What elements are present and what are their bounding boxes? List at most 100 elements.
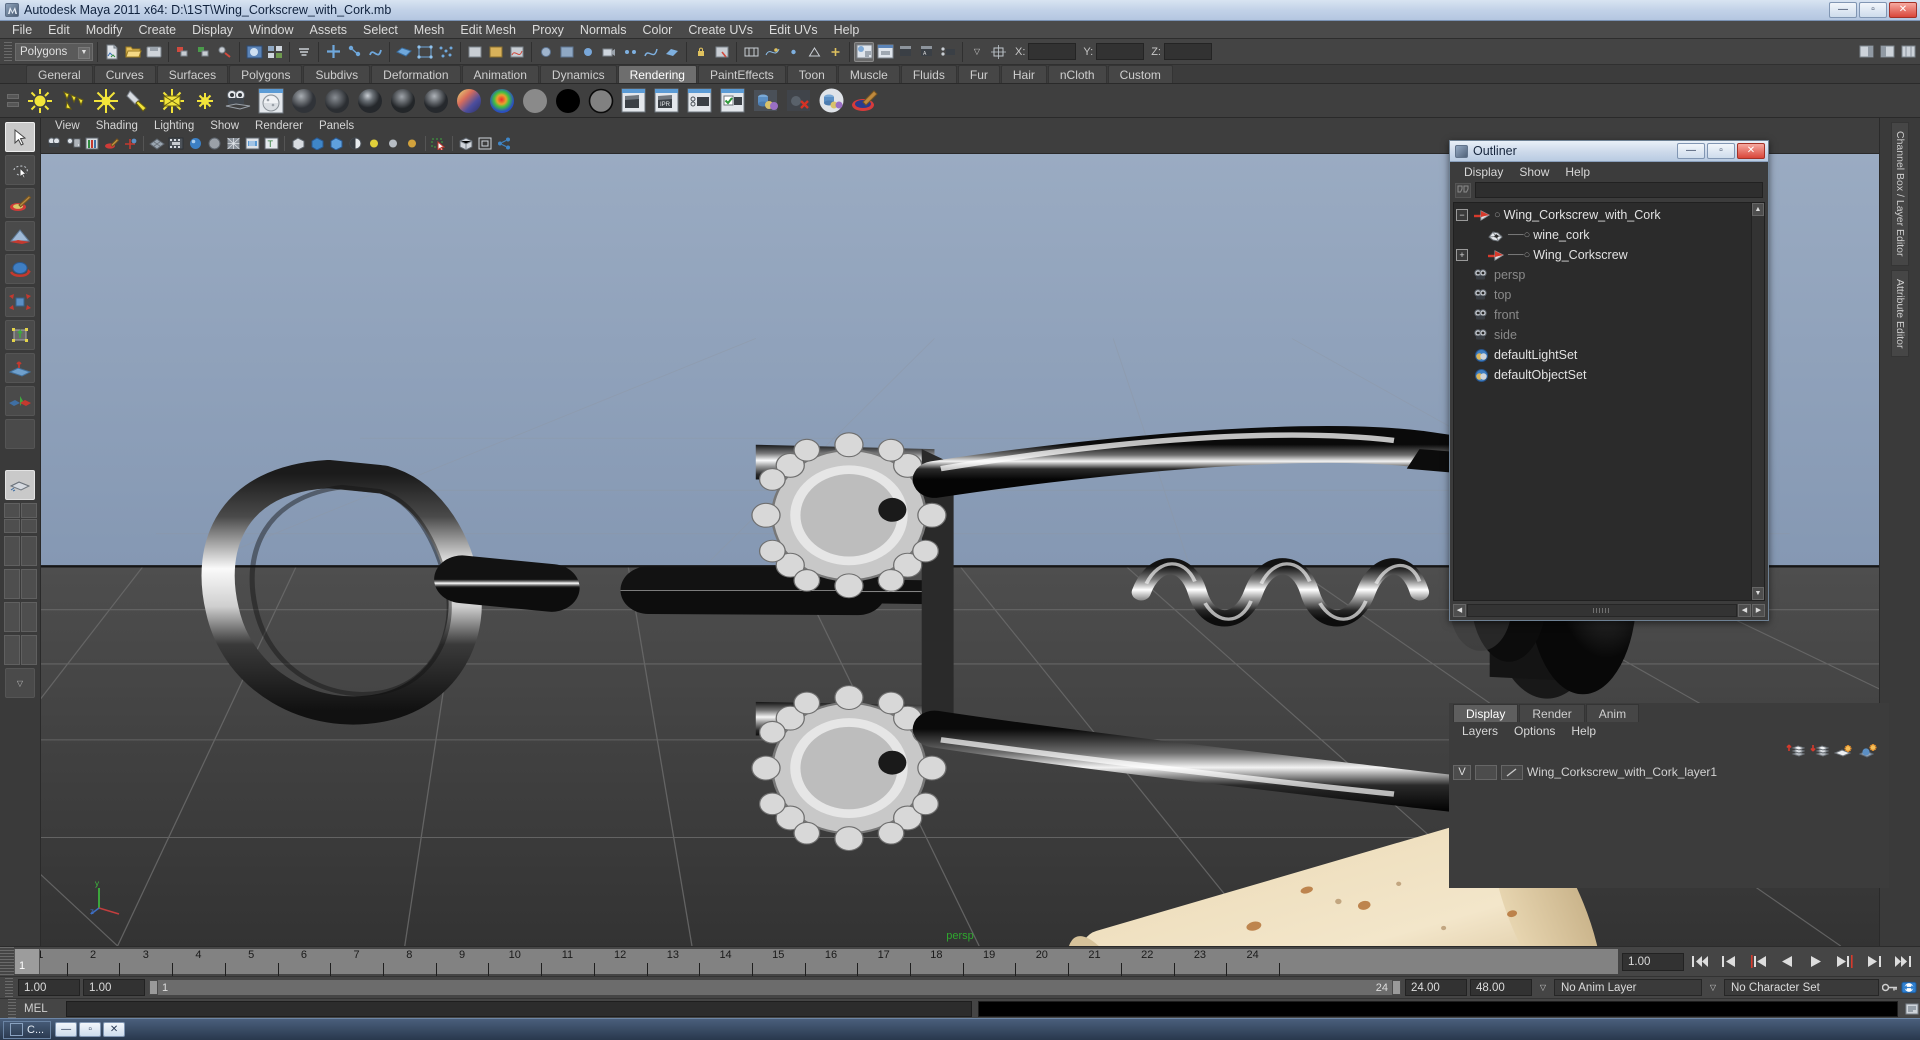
menu-item-select[interactable]: Select	[355, 21, 406, 39]
outliner-item-front[interactable]: front	[1454, 305, 1764, 325]
shelf-tab-rendering[interactable]: Rendering	[617, 65, 697, 83]
viewport-menu-show[interactable]: Show	[202, 120, 247, 132]
shelf-tab-surfaces[interactable]: Surfaces	[156, 65, 229, 83]
z-coordinate-field[interactable]	[1163, 43, 1212, 60]
anisotropic-sphere-icon[interactable]	[420, 85, 451, 116]
point-light-icon[interactable]	[90, 85, 121, 116]
menu-item-help[interactable]: Help	[826, 21, 868, 39]
collapse-icon[interactable]: −	[1456, 209, 1468, 221]
go-to-end-icon[interactable]	[1890, 952, 1916, 972]
toggle-attribute-editor-button[interactable]	[1856, 42, 1876, 62]
outliner-item-persp[interactable]: persp	[1454, 265, 1764, 285]
outliner-maximize-button[interactable]: ▫	[1707, 143, 1735, 159]
highlight-selection-button[interactable]	[712, 42, 732, 62]
step-back-key-icon[interactable]	[1716, 952, 1742, 972]
character-set-selector[interactable]: No Character Set	[1724, 979, 1879, 996]
component-points-button[interactable]	[436, 42, 456, 62]
layer-editor-tab-anim[interactable]: Anim	[1585, 704, 1640, 722]
character-set-chevron-down-icon[interactable]: ▽	[1705, 979, 1721, 996]
layer-editor-tab-display[interactable]: Display	[1453, 704, 1519, 722]
taskbar-maximize-button[interactable]: ▫	[79, 1022, 102, 1037]
render-current-frame-icon[interactable]	[618, 85, 649, 116]
render-view-button[interactable]	[244, 42, 264, 62]
new-layer-from-selected-icon[interactable]	[1859, 742, 1879, 759]
snap-to-plane-button[interactable]	[804, 42, 824, 62]
step-back-frame-icon[interactable]	[1745, 952, 1771, 972]
layer-editor-menu-help[interactable]: Help	[1563, 724, 1604, 738]
toggle-channel-box-button[interactable]	[1898, 42, 1918, 62]
ramp-shader-icon[interactable]	[486, 85, 517, 116]
mask-deform-button[interactable]	[557, 42, 577, 62]
layer-editor-menu-options[interactable]: Options	[1506, 724, 1563, 738]
shelf-tab-subdivs[interactable]: Subdivs	[303, 65, 371, 83]
select-camera-icon[interactable]	[45, 135, 63, 153]
outliner-menu-show[interactable]: Show	[1511, 165, 1557, 179]
menu-set-selector[interactable]: Polygons ▼	[15, 42, 93, 61]
phong-sphere-icon[interactable]	[354, 85, 385, 116]
menu-item-proxy[interactable]: Proxy	[524, 21, 572, 39]
outliner-horizontal-scrollbar[interactable]: ◀ ◀ ▶	[1453, 603, 1765, 617]
xray-icon[interactable]	[243, 135, 261, 153]
scroll-trough[interactable]	[1752, 216, 1764, 587]
isolate-select-icon[interactable]	[430, 135, 448, 153]
component-vertex-button[interactable]	[415, 42, 435, 62]
scale-tool-button[interactable]	[5, 287, 35, 317]
outliner-item-Wing_Corkscrew_with_Cork[interactable]: − ○ Wing_Corkscrew_with_Cork	[1454, 205, 1764, 225]
render-settings2-button[interactable]	[938, 42, 958, 62]
last-tool-used-button[interactable]	[5, 386, 35, 416]
menu-item-create[interactable]: Create	[131, 21, 185, 39]
outliner-close-button[interactable]: ✕	[1737, 143, 1765, 159]
range-start-handle[interactable]	[149, 980, 158, 995]
menu-item-modify[interactable]: Modify	[78, 21, 131, 39]
menu-item-edit[interactable]: Edit	[40, 21, 78, 39]
range-end-handle[interactable]	[1392, 980, 1401, 995]
directional-light-icon[interactable]	[57, 85, 88, 116]
camera-icon[interactable]	[222, 85, 253, 116]
layer-row[interactable]: V Wing_Corkscrew_with_Cork_layer1	[1453, 763, 1885, 781]
command-line-grip[interactable]	[8, 998, 16, 1019]
shading-map-icon[interactable]	[585, 85, 616, 116]
paint-effects-icon[interactable]	[849, 85, 880, 116]
tab-attribute-editor[interactable]: Attribute Editor	[1891, 269, 1909, 357]
render-checked-icon[interactable]	[717, 85, 748, 116]
shelf-tab-dynamics[interactable]: Dynamics	[539, 65, 617, 83]
hscroll-trough[interactable]	[1467, 603, 1737, 617]
shelf-tab-hair[interactable]: Hair	[1000, 65, 1047, 83]
layer-display-type-toggle[interactable]	[1475, 764, 1497, 780]
snap-to-point-button[interactable]	[783, 42, 803, 62]
shelf-tab-muscle[interactable]: Muscle	[837, 65, 900, 83]
layered-shader-icon[interactable]	[453, 85, 484, 116]
camera-attributes-icon[interactable]	[64, 135, 82, 153]
hscroll-right-icon[interactable]: ◀	[1738, 603, 1751, 617]
x-coordinate-field[interactable]	[1028, 43, 1077, 60]
time-slider-track[interactable]: 1 2 3 4 5 6 7 8 9 10 11 12 13 14 15 16 17 18 19 20 21 22 23 24 1	[14, 949, 1618, 976]
show-manipulator-button[interactable]: ▽	[967, 42, 987, 62]
show-attribute-editor-button[interactable]	[875, 42, 895, 62]
minimize-button[interactable]: —	[1829, 2, 1857, 18]
use-selected-lights-icon[interactable]	[327, 135, 345, 153]
phonge-sphere-icon[interactable]	[387, 85, 418, 116]
smooth-shade-icon[interactable]	[167, 135, 185, 153]
taskbar-item[interactable]: C...	[3, 1020, 52, 1039]
shade-flat-icon[interactable]	[205, 135, 223, 153]
outliner-vertical-scrollbar[interactable]: ▲ ▼	[1751, 203, 1764, 600]
menu-item-color[interactable]: Color	[634, 21, 680, 39]
shelf-tab-custom[interactable]: Custom	[1107, 65, 1173, 83]
two-d-pan-zoom-icon[interactable]	[121, 135, 139, 153]
menu-item-create-uvs[interactable]: Create UVs	[680, 21, 761, 39]
select-by-component-button[interactable]	[365, 42, 385, 62]
outliner-item-wine_cork[interactable]: ──○ wine_cork	[1454, 225, 1764, 245]
go-to-start-icon[interactable]	[1687, 952, 1713, 972]
select-tool-button[interactable]	[5, 122, 35, 152]
layer-editor-tab-render[interactable]: Render	[1519, 704, 1585, 722]
viewport-menu-panels[interactable]: Panels	[311, 120, 362, 132]
shaded-sphere-icon[interactable]	[186, 135, 204, 153]
mask-poly-button[interactable]	[486, 42, 506, 62]
viewport-menu-lighting[interactable]: Lighting	[146, 120, 202, 132]
undo-button[interactable]	[173, 42, 193, 62]
key-icon[interactable]	[1882, 979, 1898, 996]
lasso-select-tool-button[interactable]	[5, 155, 35, 185]
hscroll-right2-icon[interactable]: ▶	[1752, 603, 1765, 617]
four-view-layout-button[interactable]	[3, 503, 37, 533]
close-button[interactable]: ✕	[1889, 2, 1917, 18]
